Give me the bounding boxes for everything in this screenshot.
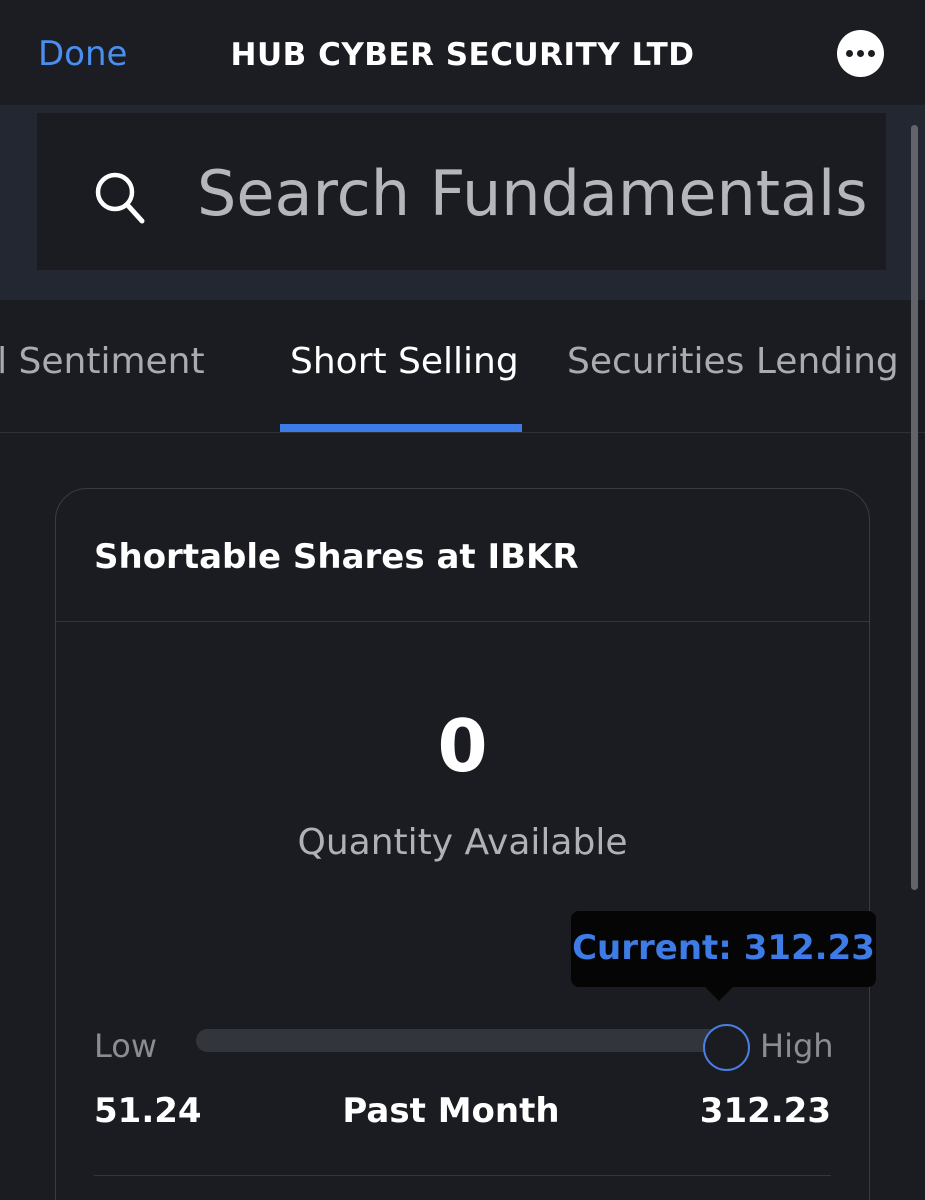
tab-securities-lending[interactable]: Securities Lending bbox=[567, 338, 899, 386]
range-max-value: 312.23 bbox=[699, 1091, 831, 1131]
card-title: Shortable Shares at IBKR bbox=[94, 537, 579, 577]
divider bbox=[56, 621, 869, 622]
ellipsis-icon-dot bbox=[868, 50, 875, 57]
active-tab-indicator bbox=[280, 424, 522, 432]
scrollbar[interactable] bbox=[911, 125, 918, 890]
tooltip-arrow bbox=[704, 986, 734, 1001]
quantity-label: Quantity Available bbox=[297, 822, 628, 863]
range-thumb[interactable] bbox=[703, 1024, 750, 1071]
shortable-shares-card: Shortable Shares at IBKR 0 Quantity Avai… bbox=[55, 488, 876, 1200]
search-area bbox=[0, 105, 925, 300]
tab-bar: ial Sentiment Short Selling Securities L… bbox=[0, 300, 925, 433]
range-low-label: Low bbox=[94, 1027, 158, 1065]
nav-bar: Done HUB CYBER SECURITY LTD bbox=[0, 0, 925, 105]
tab-social-sentiment[interactable]: ial Sentiment bbox=[0, 338, 205, 386]
tooltip-text: Current: 312.23 bbox=[572, 928, 875, 968]
ellipsis-icon-dot bbox=[857, 50, 864, 57]
range-track bbox=[196, 1029, 736, 1052]
search-input[interactable] bbox=[197, 153, 877, 233]
page-title: HUB CYBER SECURITY LTD bbox=[230, 37, 695, 73]
shortable-shares-screen: Done HUB CYBER SECURITY LTD ial Sentimen… bbox=[0, 0, 925, 1200]
search-box[interactable] bbox=[37, 113, 886, 270]
range-high-label: High bbox=[760, 1027, 834, 1065]
ellipsis-icon bbox=[846, 50, 853, 57]
search-icon bbox=[95, 172, 145, 224]
divider bbox=[94, 1175, 831, 1176]
quantity-value: 0 bbox=[437, 704, 488, 788]
tab-short-selling[interactable]: Short Selling bbox=[290, 338, 519, 386]
more-options-button[interactable] bbox=[837, 30, 884, 77]
current-tooltip: Current: 312.23 bbox=[571, 911, 876, 987]
